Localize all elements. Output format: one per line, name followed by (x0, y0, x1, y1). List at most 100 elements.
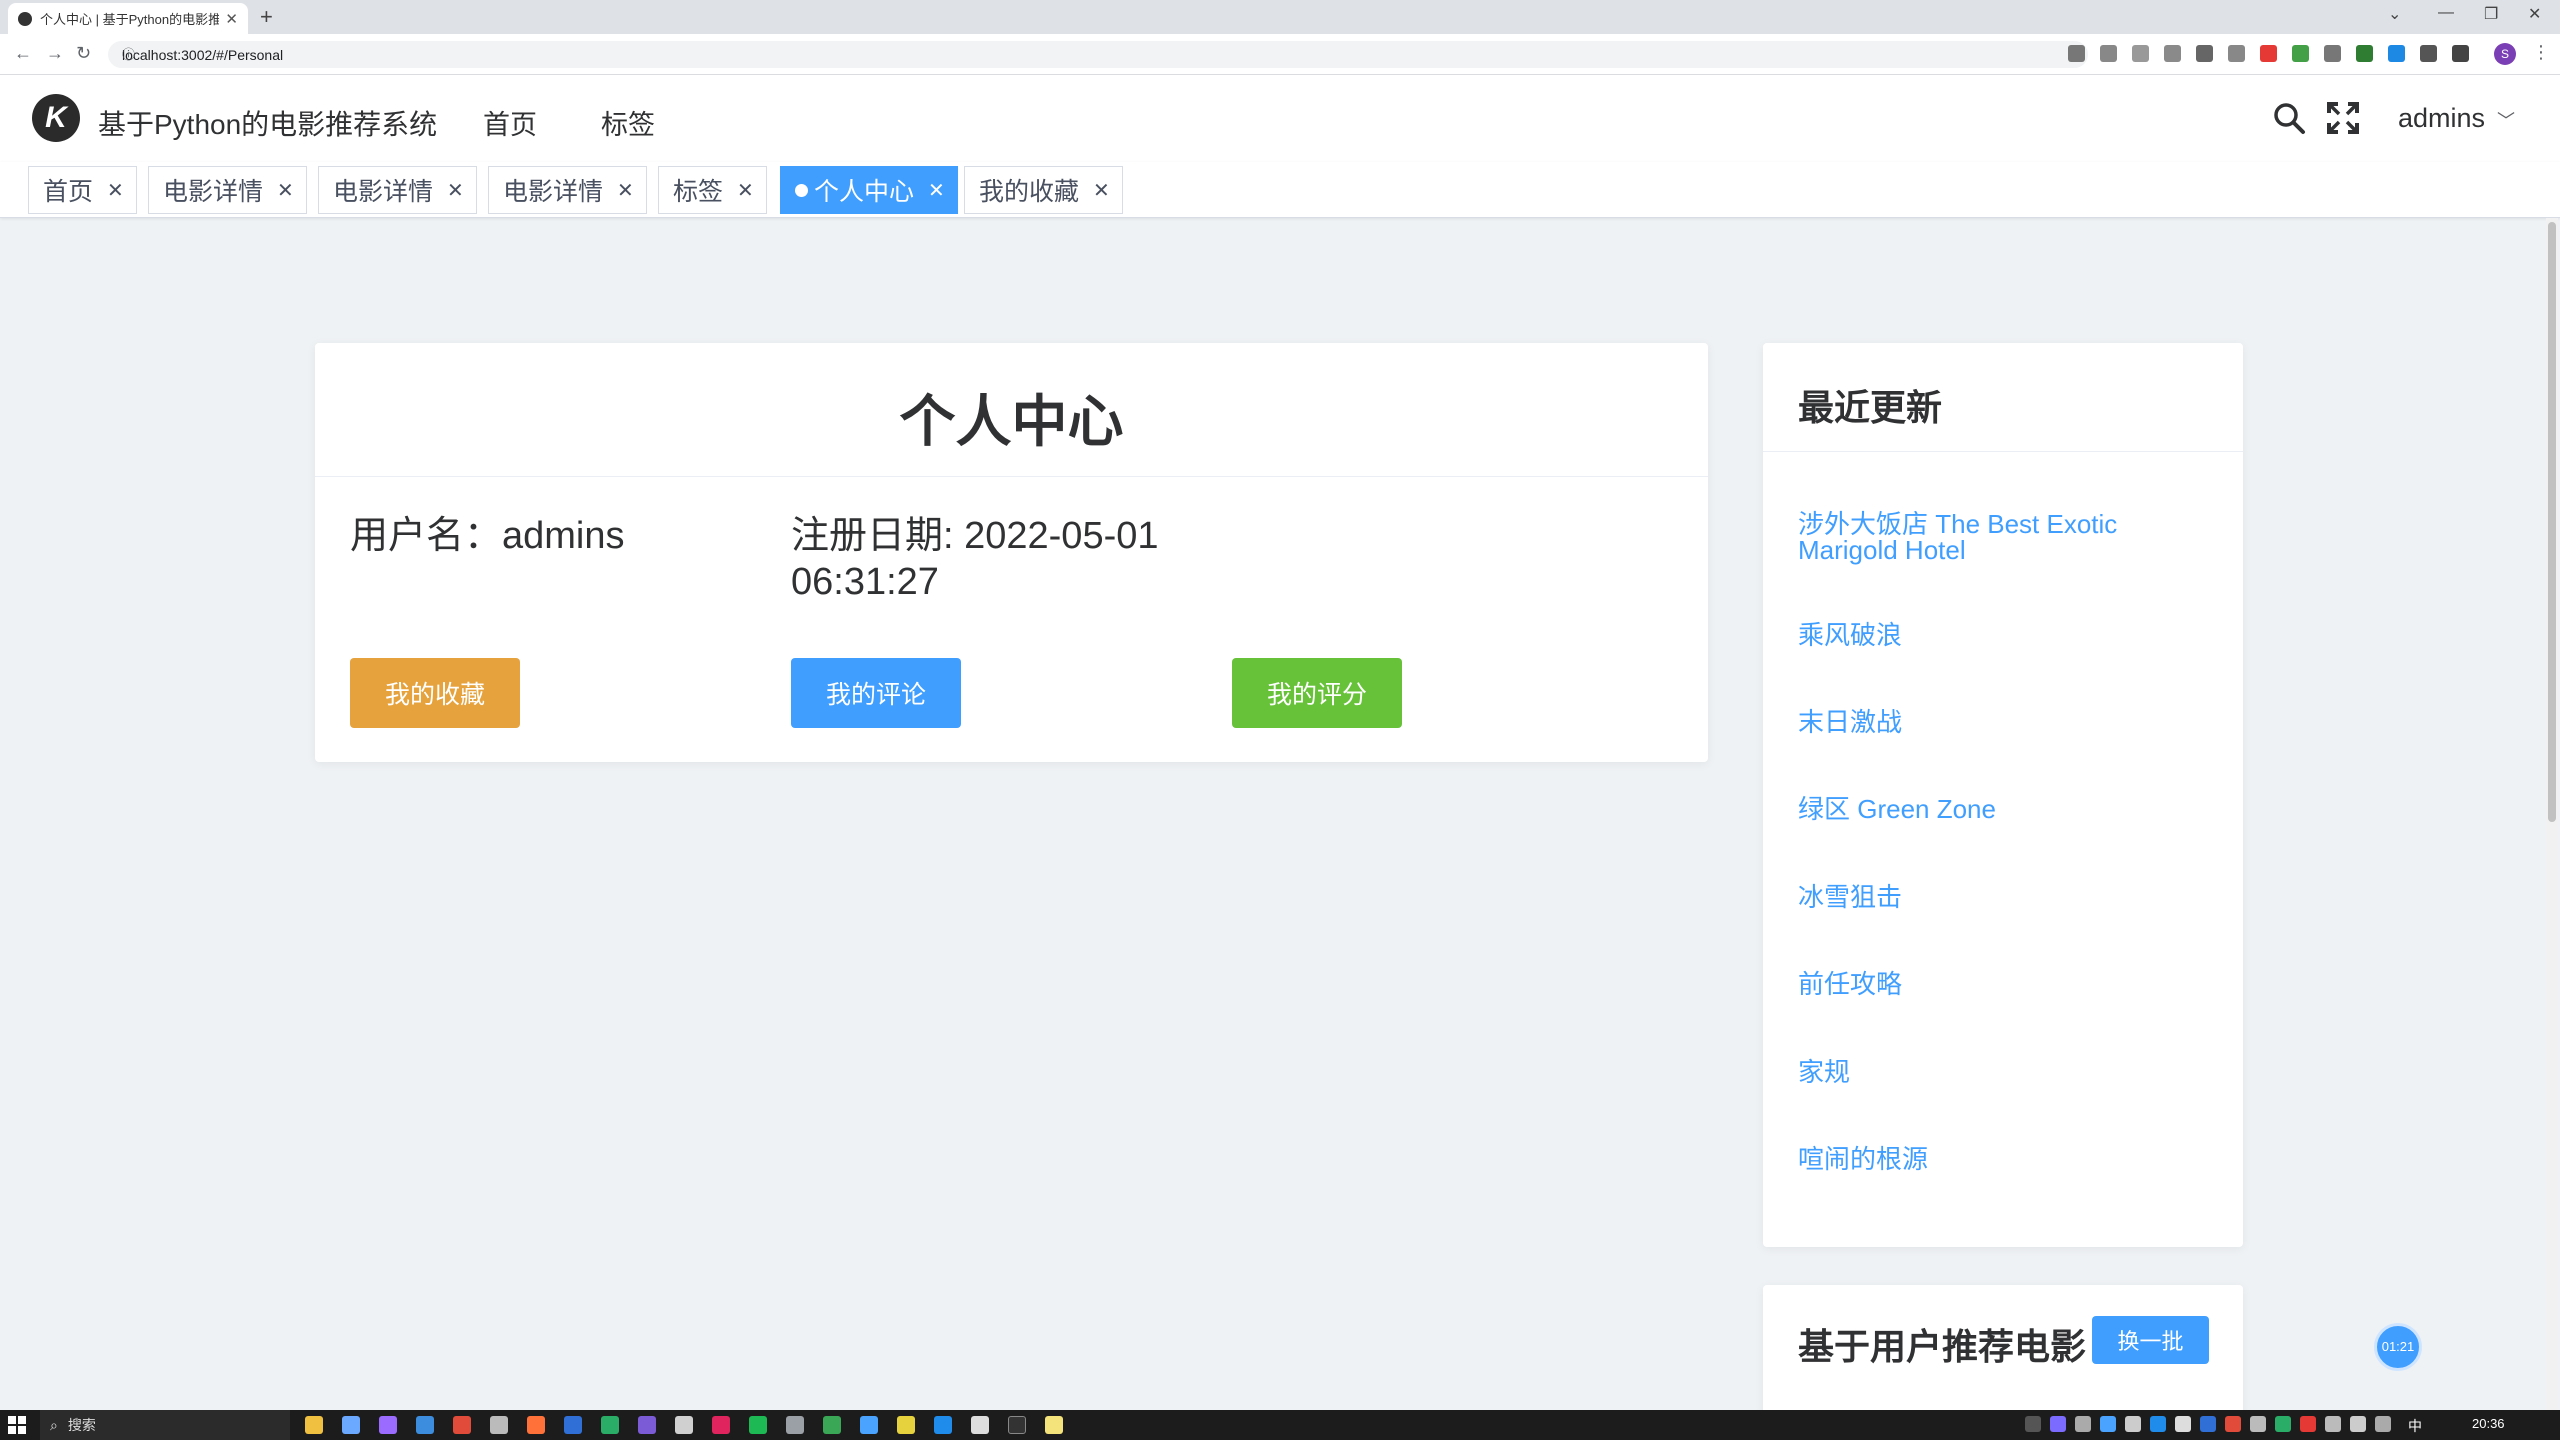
forward-icon[interactable]: → (46, 43, 64, 64)
chat-icon[interactable] (971, 1416, 989, 1434)
browser-menu-icon[interactable]: ⋮ (2532, 42, 2550, 63)
pycharm-icon[interactable] (823, 1416, 841, 1434)
search-icon[interactable] (2272, 101, 2306, 135)
app-icon[interactable] (638, 1416, 656, 1434)
tray-icon[interactable] (2200, 1416, 2216, 1432)
nav-tags[interactable]: 标签 (601, 103, 655, 142)
tray-icon[interactable] (2075, 1416, 2091, 1432)
recent-movie-link[interactable]: 家规 (1798, 1059, 2178, 1085)
fullscreen-icon[interactable] (2327, 102, 2359, 134)
file-explorer-icon[interactable] (305, 1416, 323, 1434)
app-icon[interactable] (564, 1416, 582, 1434)
recent-movie-link[interactable]: 冰雪狙击 (1798, 884, 2178, 910)
green-extension-icon[interactable] (2292, 45, 2309, 62)
chrome-icon[interactable] (453, 1416, 471, 1434)
extensions-puzzle-icon[interactable] (2420, 45, 2437, 62)
vscode-icon[interactable] (934, 1416, 952, 1434)
profile-avatar[interactable]: S (2494, 43, 2516, 65)
recent-movie-link[interactable]: 喧闹的根源 (1798, 1146, 2178, 1172)
wechat-icon[interactable] (601, 1416, 619, 1434)
close-icon[interactable]: ✕ (617, 178, 634, 203)
new-tab-button[interactable]: + (260, 4, 273, 30)
app-icon[interactable] (416, 1416, 434, 1434)
network-icon[interactable] (2350, 1416, 2366, 1432)
app-icon[interactable] (749, 1416, 767, 1434)
tag-personal-center[interactable]: 个人中心 ✕ (780, 166, 958, 214)
tray-icon[interactable] (2150, 1416, 2166, 1432)
my-favorites-button[interactable]: 我的收藏 (350, 658, 520, 728)
site-info-icon[interactable]: ⓘ (122, 32, 135, 78)
camera-extension-icon[interactable] (2228, 45, 2245, 62)
translate-icon[interactable] (2100, 45, 2117, 62)
tray-expand-icon[interactable] (2025, 1416, 2041, 1432)
volume-icon[interactable] (2375, 1416, 2391, 1432)
app-icon[interactable] (860, 1416, 878, 1434)
back-icon[interactable]: ← (14, 43, 32, 64)
taskbar-search[interactable]: ⌕ 搜索 (40, 1410, 290, 1440)
zoom-icon[interactable] (2132, 45, 2149, 62)
close-icon[interactable]: ✕ (447, 178, 464, 203)
shield-extension-icon[interactable] (2260, 45, 2277, 62)
wechat-tray-icon[interactable] (2275, 1416, 2291, 1432)
app-icon[interactable] (897, 1416, 915, 1434)
close-icon[interactable]: ✕ (737, 178, 754, 203)
tag-movie-detail[interactable]: 电影详情 ✕ (148, 166, 307, 214)
address-bar[interactable]: ⓘ localhost:3002/#/Personal (108, 41, 2088, 68)
tray-icon[interactable] (2175, 1416, 2191, 1432)
tag-movie-detail[interactable]: 电影详情 ✕ (488, 166, 647, 214)
recent-movie-link[interactable]: 末日激战 (1798, 709, 2178, 735)
app-icon[interactable] (379, 1416, 397, 1434)
windows-start-icon[interactable] (8, 1416, 26, 1434)
recent-movie-link[interactable]: 前任攻略 (1798, 971, 2178, 997)
app-icon[interactable] (712, 1416, 730, 1434)
recent-movie-link[interactable]: 乘风破浪 (1798, 622, 2178, 648)
my-ratings-button[interactable]: 我的评分 (1232, 658, 1402, 728)
key-icon[interactable] (2068, 45, 2085, 62)
side-panel-icon[interactable] (2452, 45, 2469, 62)
tray-icon[interactable] (2325, 1416, 2341, 1432)
tag-my-favorites[interactable]: 我的收藏 ✕ (964, 166, 1123, 214)
close-icon[interactable]: ✕ (1093, 178, 1110, 203)
app-icon[interactable] (786, 1416, 804, 1434)
page-scrollbar[interactable] (2546, 218, 2558, 1410)
tag-movie-detail[interactable]: 电影详情 ✕ (318, 166, 477, 214)
scrollbar-thumb[interactable] (2548, 222, 2556, 822)
tray-icon[interactable] (2050, 1416, 2066, 1432)
tray-icon[interactable] (2225, 1416, 2241, 1432)
app-icon[interactable] (342, 1416, 360, 1434)
recent-movie-link[interactable]: 绿区 Green Zone (1798, 796, 2178, 822)
app-icon[interactable] (675, 1416, 693, 1434)
tray-icon[interactable] (2300, 1416, 2316, 1432)
my-comments-button[interactable]: 我的评论 (791, 658, 961, 728)
settings-icon[interactable] (490, 1416, 508, 1434)
close-icon[interactable]: ✕ (928, 178, 945, 203)
close-icon[interactable]: ✕ (277, 178, 294, 203)
tab-search-icon[interactable]: ⌄ (2388, 4, 2401, 24)
vue-devtools-icon[interactable] (2356, 45, 2373, 62)
recent-movie-link[interactable]: 涉外大饭店 The Best Exotic Marigold Hotel (1798, 511, 2178, 563)
browser-tab[interactable]: 个人中心 | 基于Python的电影推荐系 ✕ (8, 3, 248, 34)
tag-tags[interactable]: 标签 ✕ (658, 166, 767, 214)
user-dropdown[interactable]: admins ﹀ (2398, 103, 2515, 134)
minimize-icon[interactable]: — (2438, 4, 2454, 22)
nav-home[interactable]: 首页 (483, 103, 537, 142)
firefox-icon[interactable] (527, 1416, 545, 1434)
translate-extension-icon[interactable] (2388, 45, 2405, 62)
copy-extension-icon[interactable] (2324, 45, 2341, 62)
tray-icon[interactable] (2250, 1416, 2266, 1432)
close-tab-icon[interactable]: ✕ (225, 10, 238, 28)
input-language[interactable]: 中 (2408, 1416, 2422, 1436)
close-window-icon[interactable]: ✕ (2528, 4, 2541, 24)
share-icon[interactable] (2164, 45, 2181, 62)
bookmark-star-icon[interactable] (2196, 45, 2213, 62)
clock[interactable]: 20:36 (2472, 1416, 2505, 1431)
close-icon[interactable]: ✕ (107, 178, 124, 203)
tray-icon[interactable] (2125, 1416, 2141, 1432)
restore-icon[interactable]: ❐ (2484, 4, 2498, 24)
notepad-icon[interactable] (1045, 1416, 1063, 1434)
refresh-button[interactable]: 换一批 (2092, 1316, 2209, 1364)
reload-icon[interactable]: ↻ (76, 43, 91, 64)
terminal-icon[interactable] (1008, 1416, 1026, 1434)
tray-icon[interactable] (2100, 1416, 2116, 1432)
tag-home[interactable]: 首页 ✕ (28, 166, 137, 214)
